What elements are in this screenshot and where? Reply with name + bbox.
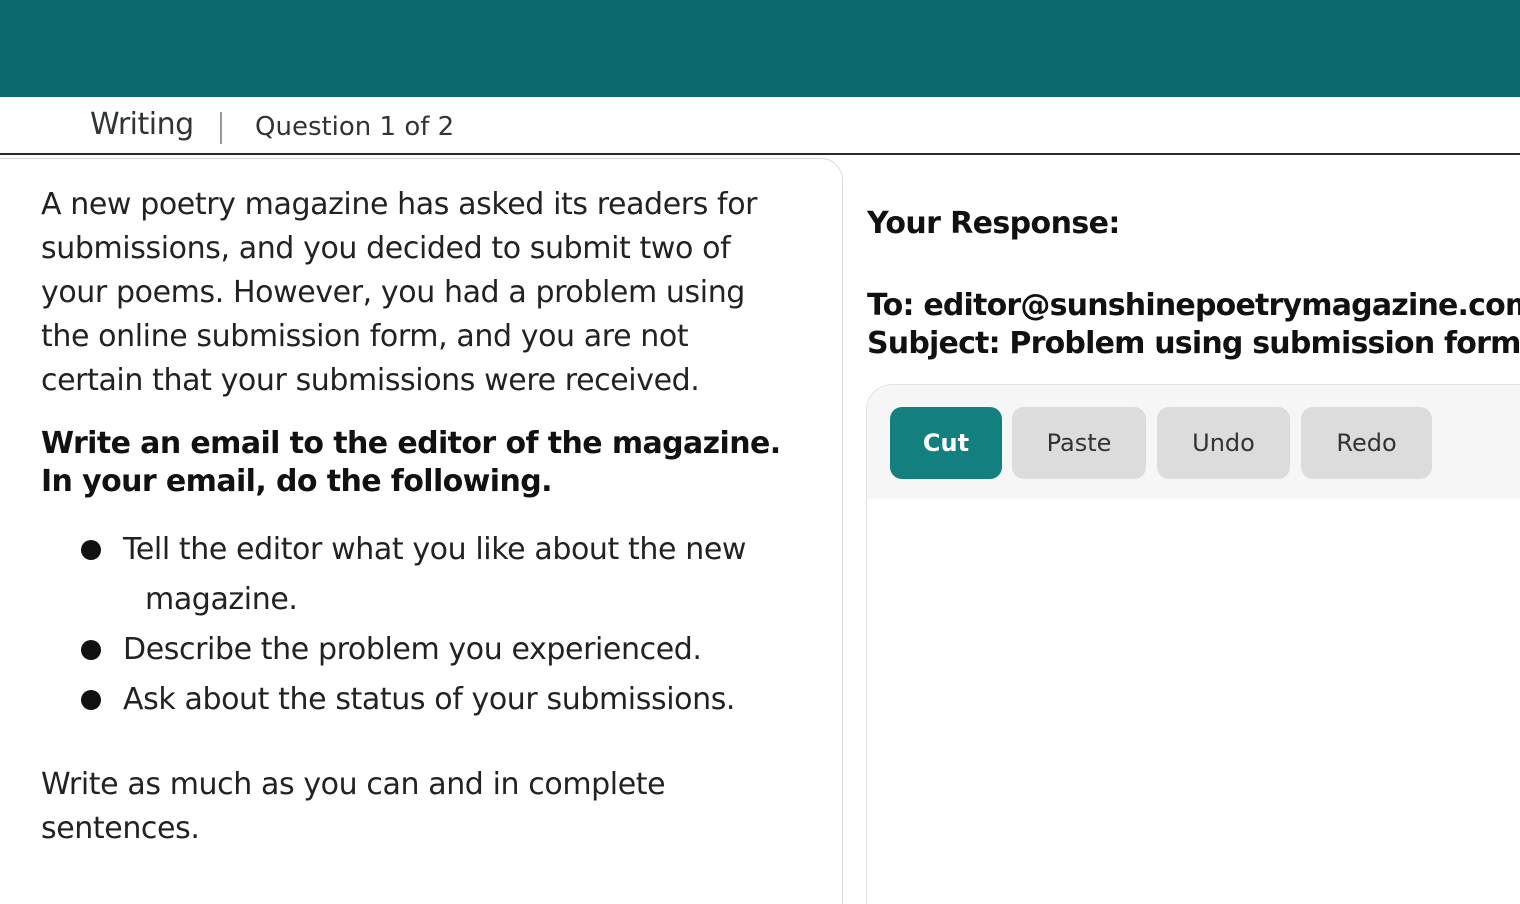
editor-toolbar: Cut Paste Undo Redo: [867, 385, 1520, 499]
email-subject: Subject: Problem using submission form: [867, 326, 1520, 361]
task-text: Tell the editor what you like about the …: [123, 532, 747, 567]
response-editor: Cut Paste Undo Redo: [866, 384, 1520, 904]
cut-button[interactable]: Cut: [890, 407, 1002, 479]
task-text: Ask about the status of your submissions…: [123, 682, 736, 717]
page: Writing Question 1 of 2 A new poetry mag…: [0, 0, 1520, 904]
task-list: Tell the editor what you like about the …: [81, 525, 781, 725]
prompt-intro: A new poetry magazine has asked its read…: [41, 187, 758, 398]
section-title: Writing: [90, 107, 194, 142]
undo-button[interactable]: Undo: [1157, 407, 1290, 479]
paste-button[interactable]: Paste: [1012, 407, 1146, 479]
email-to: To: editor@sunshinepoetrymagazine.com: [867, 288, 1520, 323]
response-panel: Your Response: To: editor@sunshinepoetry…: [844, 158, 1520, 904]
header-divider: [220, 112, 222, 144]
task-item: Describe the problem you experienced.: [81, 625, 781, 675]
task-text: Describe the problem you experienced.: [123, 632, 702, 667]
bullet-icon: [81, 540, 101, 560]
bullet-icon: [81, 640, 101, 660]
question-counter: Question 1 of 2: [255, 112, 455, 142]
prompt-closing: Write as much as you can and in complete…: [41, 767, 666, 846]
task-item: Tell the editor what you like about the …: [81, 525, 781, 625]
top-banner: [0, 0, 1520, 97]
section-header: Writing Question 1 of 2: [0, 97, 1520, 155]
response-input[interactable]: [867, 499, 1520, 904]
task-text-continued: magazine.: [145, 582, 298, 617]
bullet-icon: [81, 690, 101, 710]
prompt-panel: A new poetry magazine has asked its read…: [0, 158, 843, 904]
redo-button[interactable]: Redo: [1301, 407, 1432, 479]
prompt-instruction: Write an email to the editor of the maga…: [41, 426, 781, 499]
response-label: Your Response:: [867, 206, 1120, 241]
task-item: Ask about the status of your submissions…: [81, 675, 781, 725]
